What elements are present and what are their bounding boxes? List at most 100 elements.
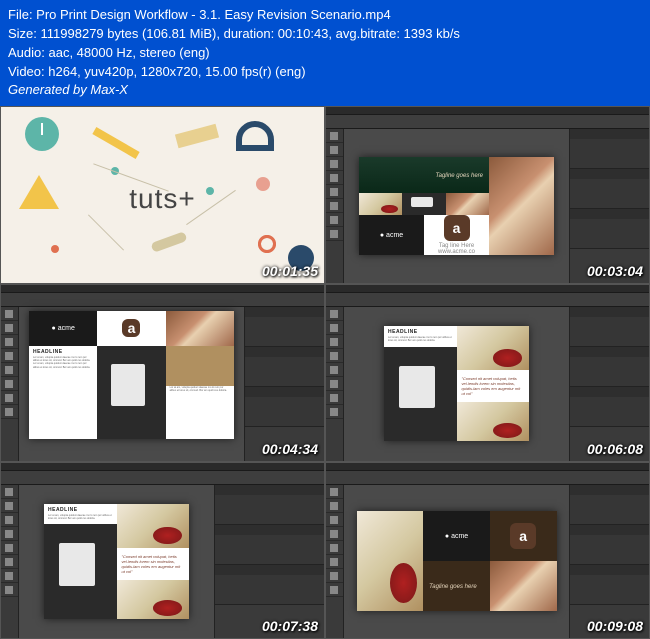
tool-button	[326, 555, 343, 569]
body-text: Lor at am, volupta quiduci daecae mo lo …	[384, 336, 457, 343]
acme-brand: acme	[51, 325, 74, 332]
brochure-document: HEADLINE Lor at am, volupta quiduci daec…	[44, 504, 189, 619]
tool-button	[326, 335, 343, 349]
meta-file-label: File:	[8, 7, 36, 22]
tool-button	[1, 485, 18, 499]
panel-section	[245, 347, 324, 387]
ruler-icon	[175, 124, 219, 148]
cocoa-image	[166, 311, 234, 346]
app-menubar	[326, 107, 649, 115]
app-tools-panel	[326, 307, 344, 461]
tool-button	[326, 541, 343, 555]
tool-button	[326, 143, 343, 157]
tuts-logo: tuts+	[129, 183, 195, 215]
timestamp: 00:06:08	[587, 441, 643, 457]
tool-button	[1, 377, 18, 391]
tool-button	[326, 391, 343, 405]
meta-video-label: Video:	[8, 64, 48, 79]
meta-audio-line: Audio: aac, 48000 Hz, stereo (eng)	[8, 44, 642, 63]
canvas-area: Tagline goes here acme	[344, 129, 569, 283]
thumbnail-4[interactable]: HEADLINE Lor at am, volupta quiduci daec…	[325, 284, 650, 462]
canvas-area: acme HEADLINE Lor at am, volupta quiduci…	[19, 307, 244, 461]
app-toolbar	[1, 471, 324, 485]
tool-button	[1, 349, 18, 363]
thumbnail-2[interactable]: Tagline goes here acme	[325, 106, 650, 284]
pomegranate-image	[457, 402, 530, 441]
tool-button	[1, 363, 18, 377]
tool-button	[326, 199, 343, 213]
tool-button	[326, 157, 343, 171]
thumbnail-5[interactable]: HEADLINE Lor at am, volupta quiduci daec…	[0, 462, 325, 639]
brochure-document: Tagline goes here acme	[359, 157, 554, 255]
headphones-icon	[236, 121, 274, 151]
design-app-ui: HEADLINE Lor at am, volupta quiduci daec…	[326, 285, 649, 461]
tagline-text: Tagline goes here	[429, 584, 476, 590]
tool-button	[326, 583, 343, 597]
fruit-image	[457, 326, 530, 370]
panel-section	[570, 129, 649, 169]
app-toolbar	[1, 293, 324, 307]
meta-size-value: 111998279 bytes (106.81 MiB), duration: …	[41, 26, 460, 41]
panel-section	[570, 387, 649, 427]
thumbnail-grid: tuts+ 00:01:35	[0, 106, 650, 639]
acme-logo-icon	[122, 319, 140, 337]
panel-section	[570, 307, 649, 347]
tool-button	[326, 527, 343, 541]
node-icon	[206, 187, 214, 195]
app-tools-panel	[326, 129, 344, 283]
headline-text: HEADLINE	[44, 504, 117, 514]
tool-button	[1, 541, 18, 555]
design-app-ui: HEADLINE Lor at am, volupta quiduci daec…	[1, 463, 324, 639]
design-app-ui: Tagline goes here acme	[326, 107, 649, 283]
panel-section	[570, 525, 649, 565]
meta-file-line: File: Pro Print Design Workflow - 3.1. E…	[8, 6, 642, 25]
headline-text: HEADLINE	[384, 326, 457, 336]
canvas-area: HEADLINE Lor at am, volupta quiduci daec…	[19, 485, 214, 639]
app-tools-panel	[326, 485, 344, 639]
tool-button	[1, 569, 18, 583]
app-toolbar	[326, 293, 649, 307]
acme-brand: acme	[380, 232, 403, 239]
tool-button	[1, 335, 18, 349]
app-properties-panel	[244, 307, 324, 461]
app-menubar	[1, 463, 324, 471]
meta-audio-label: Audio:	[8, 45, 48, 60]
triangle-icon	[19, 175, 59, 209]
tool-button	[326, 213, 343, 227]
timestamp: 00:09:08	[587, 618, 643, 634]
meta-generated: Generated by Max-X	[8, 81, 642, 100]
panel-section	[570, 485, 649, 525]
tool-button	[1, 555, 18, 569]
thumbnail-1[interactable]: tuts+ 00:01:35	[0, 106, 325, 284]
panel-section	[570, 565, 649, 605]
panel-section	[570, 347, 649, 387]
tool-button	[326, 363, 343, 377]
meta-video-line: Video: h264, yuv420p, 1280x720, 15.00 fp…	[8, 63, 642, 82]
node-icon	[51, 245, 59, 253]
app-properties-panel	[569, 485, 649, 639]
tool-button	[326, 377, 343, 391]
tool-button	[326, 569, 343, 583]
thumbnail-3[interactable]: acme HEADLINE Lor at am, volupta quiduci…	[0, 284, 325, 462]
app-tools-panel	[1, 485, 19, 639]
body-text: Lor at am, volupta quiduci daecae mo lo …	[166, 386, 234, 393]
tool-button	[326, 307, 343, 321]
cocoa-image	[490, 561, 557, 611]
tagline-text: Tagline goes here	[436, 173, 483, 179]
cocoa-image	[489, 157, 554, 255]
phone-image	[97, 346, 165, 439]
meta-audio-value: aac, 48000 Hz, stereo (eng)	[48, 45, 209, 60]
video-metadata-header: File: Pro Print Design Workflow - 3.1. E…	[0, 0, 650, 106]
connector-line	[88, 214, 124, 250]
pencil-icon	[92, 127, 139, 159]
meta-file-value: Pro Print Design Workflow - 3.1. Easy Re…	[36, 7, 391, 22]
panel-section	[215, 525, 324, 565]
tool-button	[326, 485, 343, 499]
thumbnail-6[interactable]: acme Tagline goes here 00:09:08	[325, 462, 650, 639]
body-text: Lor at am, volupta quiduci daecae mo lo …	[29, 362, 97, 369]
app-properties-panel	[214, 485, 324, 639]
app-toolbar	[326, 471, 649, 485]
tool-button	[326, 513, 343, 527]
brush-icon	[150, 231, 187, 253]
phone-image	[384, 347, 457, 442]
